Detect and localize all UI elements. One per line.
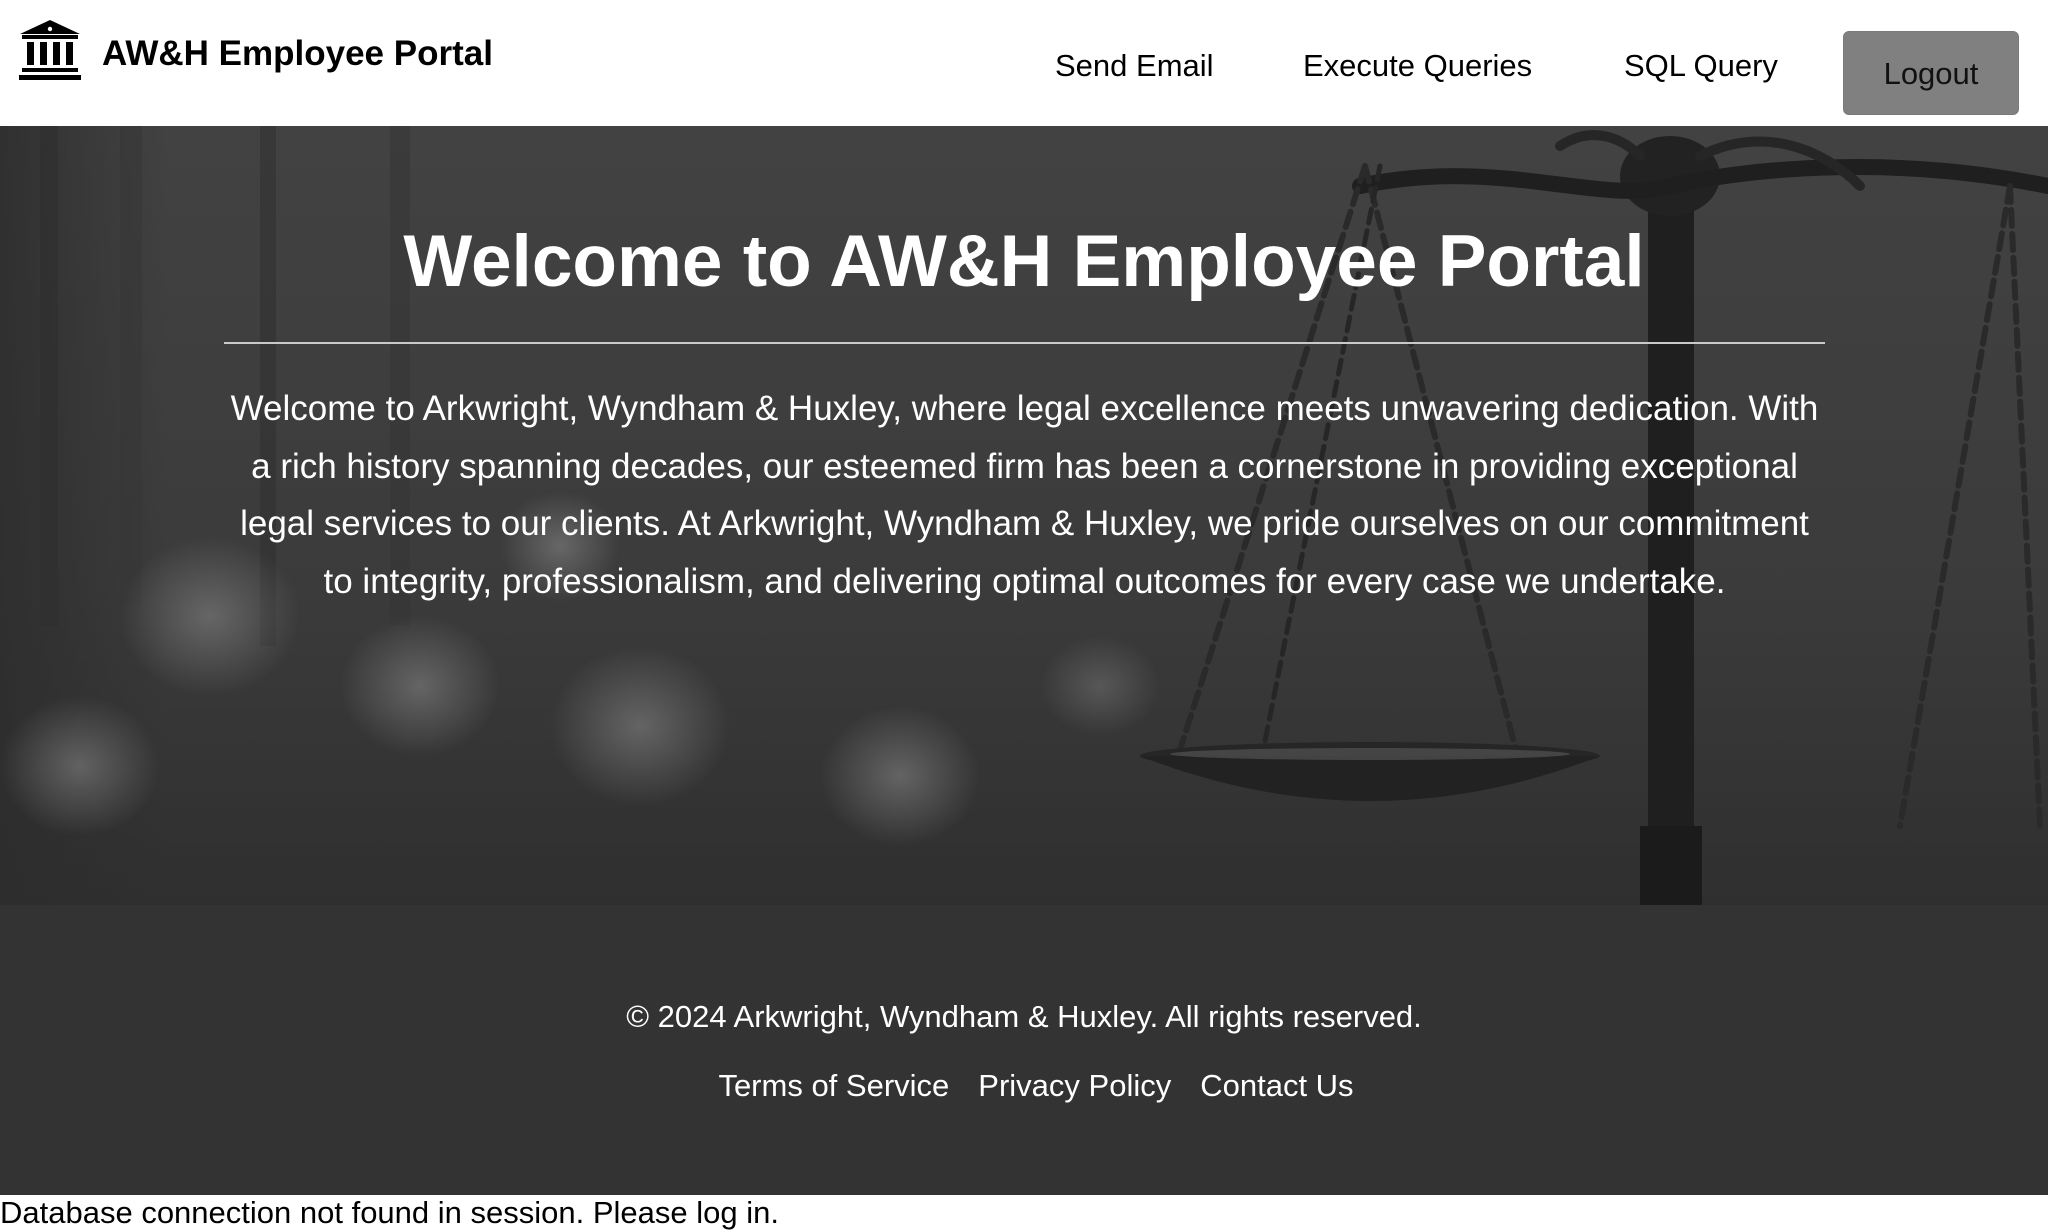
footer-link-contact[interactable]: Contact Us (1200, 1066, 1353, 1106)
brand[interactable]: AW&H Employee Portal (18, 18, 493, 82)
status-message: Database connection not found in session… (0, 1195, 779, 1230)
logout-button[interactable]: Logout (1843, 31, 2019, 115)
nav-execute-queries[interactable]: Execute Queries (1303, 48, 1532, 84)
nav-send-email[interactable]: Send Email (1055, 48, 1214, 84)
bank-building-icon (19, 20, 81, 80)
footer: © 2024 Arkwright, Wyndham & Huxley. All … (0, 905, 2048, 1195)
hero-description: Welcome to Arkwright, Wyndham & Huxley, … (230, 389, 1819, 601)
brand-title: AW&H Employee Portal (102, 33, 493, 73)
hero-divider (224, 342, 1825, 344)
nav-sql-query[interactable]: SQL Query (1624, 48, 1778, 84)
top-navbar: AW&H Employee Portal Send Email Execute … (0, 0, 2048, 126)
hero-section: Welcome to AW&H Employee Portal Welcome … (0, 126, 2048, 905)
hero-title: Welcome to AW&H Employee Portal (403, 221, 1645, 302)
footer-link-privacy[interactable]: Privacy Policy (978, 1066, 1171, 1106)
footer-links: Terms of Service Privacy Policy Contact … (0, 1066, 2048, 1106)
footer-copyright: © 2024 Arkwright, Wyndham & Huxley. All … (626, 999, 1422, 1034)
footer-link-terms[interactable]: Terms of Service (718, 1066, 949, 1106)
